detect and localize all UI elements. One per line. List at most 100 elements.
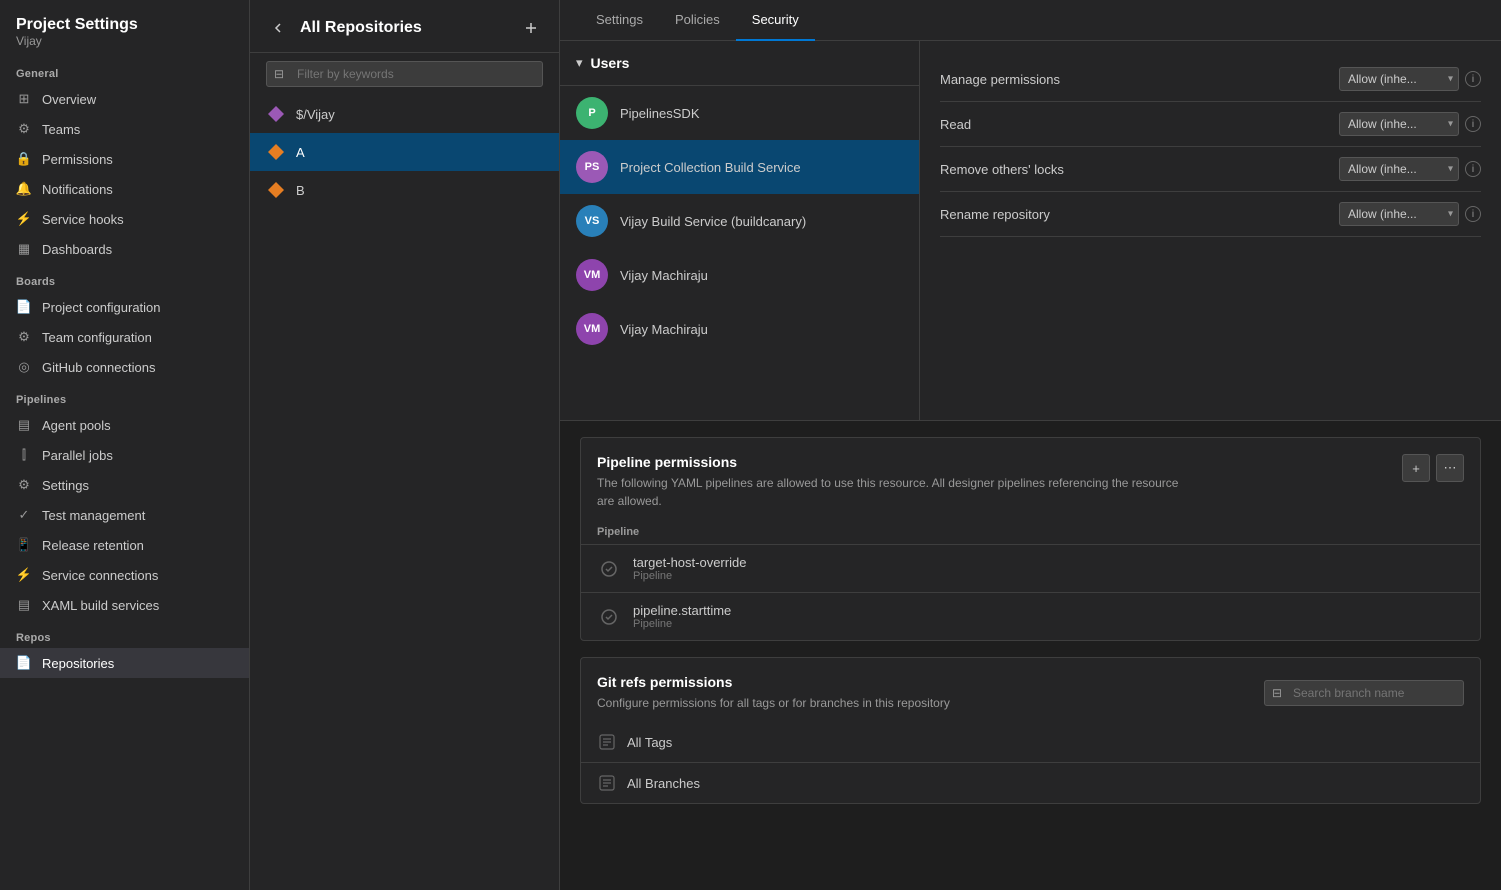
add-repository-button[interactable] xyxy=(519,16,543,40)
pipeline-permissions-desc: The following YAML pipelines are allowed… xyxy=(597,474,1197,510)
vijay-repo-icon xyxy=(266,104,286,124)
sidebar-title: Project Settings xyxy=(16,16,233,34)
sidebar-item-github[interactable]: ◎ GitHub connections xyxy=(0,352,249,382)
pipeline-tho-info: target-host-override Pipeline xyxy=(633,555,746,582)
pipeline-permissions-card: Pipeline permissions The following YAML … xyxy=(580,437,1481,641)
test-icon: ✓ xyxy=(16,507,32,523)
section-repos-label: Repos xyxy=(0,620,249,648)
perm-rename-repo-select-wrap: Allow (inhe... Allow Deny Not set xyxy=(1339,202,1459,226)
user-item-pipelinesdk[interactable]: P PipelinesSDK xyxy=(560,86,919,140)
build-icon: ▤ xyxy=(16,597,32,613)
top-permissions-area: ▾ Users P PipelinesSDK PS Project Collec… xyxy=(560,41,1501,421)
all-branches-icon xyxy=(597,773,617,793)
filter-icon: ⊟ xyxy=(274,67,284,81)
user-item-vbs[interactable]: VS Vijay Build Service (buildcanary) xyxy=(560,194,919,248)
repo-list: $/Vijay A B xyxy=(250,95,559,209)
tab-policies[interactable]: Policies xyxy=(659,0,736,41)
pipeline-pst-icon xyxy=(597,605,621,629)
users-title: Users xyxy=(591,55,630,71)
tab-settings[interactable]: Settings xyxy=(580,0,659,41)
pipeline-pst-info: pipeline.starttime Pipeline xyxy=(633,603,731,630)
pipeline-col-header: Pipeline xyxy=(581,520,1480,545)
perm-manage-info[interactable]: i xyxy=(1465,71,1481,87)
perm-manage-select[interactable]: Allow (inhe... Allow Deny Not set xyxy=(1339,67,1459,91)
bell-icon: 🔔 xyxy=(16,181,32,197)
team-config-icon: ⚙ xyxy=(16,329,32,345)
repo-item-a[interactable]: A xyxy=(250,133,559,171)
b-repo-icon xyxy=(266,180,286,200)
section-general-label: General xyxy=(0,56,249,84)
middle-panel: All Repositories ⊟ $/Vijay xyxy=(250,0,560,890)
dashboard-icon: ▦ xyxy=(16,241,32,257)
pipeline-item-pst[interactable]: pipeline.starttime Pipeline xyxy=(581,593,1480,640)
perm-row-read: Read Allow (inhe... Allow Deny Not set i xyxy=(940,102,1481,147)
tabs-bar: Settings Policies Security xyxy=(560,0,1501,41)
vm1-avatar: VM xyxy=(576,259,608,291)
filter-input[interactable] xyxy=(266,61,543,87)
ref-item-all-branches[interactable]: All Branches xyxy=(581,763,1480,803)
sidebar-item-release-retention[interactable]: 📱 Release retention xyxy=(0,530,249,560)
perm-manage-select-wrap: Allow (inhe... Allow Deny Not set xyxy=(1339,67,1459,91)
a-repo-icon xyxy=(266,142,286,162)
repo-icon: 📄 xyxy=(16,655,32,671)
git-refs-title: Git refs permissions xyxy=(597,674,950,690)
sidebar-item-settings[interactable]: ⚙ Settings xyxy=(0,470,249,500)
sidebar-item-dashboards[interactable]: ▦ Dashboards xyxy=(0,234,249,264)
git-refs-text: Git refs permissions Configure permissio… xyxy=(597,674,950,712)
user-item-pcbs[interactable]: PS Project Collection Build Service xyxy=(560,140,919,194)
more-pipeline-button[interactable]: ⋯ xyxy=(1436,454,1464,482)
sidebar-item-service-connections[interactable]: ⚡ Service connections xyxy=(0,560,249,590)
section-boards-label: Boards xyxy=(0,264,249,292)
parallel-icon: ⫿ xyxy=(16,447,32,463)
sidebar-item-xaml-build[interactable]: ▤ XAML build services xyxy=(0,590,249,620)
sidebar-item-permissions[interactable]: 🔒 Permissions xyxy=(0,144,249,174)
gear-icon: ⚙ xyxy=(16,477,32,493)
search-branch-icon: ⊟ xyxy=(1272,686,1282,700)
ref-item-all-tags[interactable]: All Tags xyxy=(581,722,1480,763)
pipeline-item-tho[interactable]: target-host-override Pipeline xyxy=(581,545,1480,593)
perm-remove-locks-info[interactable]: i xyxy=(1465,161,1481,177)
back-button[interactable] xyxy=(266,16,290,40)
lock-icon: 🔒 xyxy=(16,151,32,167)
permissions-panel: Manage permissions Allow (inhe... Allow … xyxy=(920,41,1501,420)
perm-read-controls: Allow (inhe... Allow Deny Not set i xyxy=(1339,112,1481,136)
perm-rename-repo-info[interactable]: i xyxy=(1465,206,1481,222)
perm-manage-controls: Allow (inhe... Allow Deny Not set i xyxy=(1339,67,1481,91)
add-pipeline-button[interactable]: + xyxy=(1402,454,1430,482)
sidebar-item-overview[interactable]: ⊞ Overview xyxy=(0,84,249,114)
sidebar-item-parallel-jobs[interactable]: ⫿ Parallel jobs xyxy=(0,440,249,470)
perm-read-select-wrap: Allow (inhe... Allow Deny Not set xyxy=(1339,112,1459,136)
tab-security[interactable]: Security xyxy=(736,0,815,41)
filter-wrap: ⊟ xyxy=(266,61,543,87)
repo-item-b[interactable]: B xyxy=(250,171,559,209)
perm-read-select[interactable]: Allow (inhe... Allow Deny Not set xyxy=(1339,112,1459,136)
vm2-avatar: VM xyxy=(576,313,608,345)
sidebar-item-repositories[interactable]: 📄 Repositories xyxy=(0,648,249,678)
pool-icon: ▤ xyxy=(16,417,32,433)
perm-rename-repo-select[interactable]: Allow (inhe... Allow Deny Not set xyxy=(1339,202,1459,226)
search-branch-input[interactable] xyxy=(1264,680,1464,706)
filter-bar: ⊟ xyxy=(250,53,559,95)
pipeline-permissions-text: Pipeline permissions The following YAML … xyxy=(597,454,1197,510)
repo-item-vijay[interactable]: $/Vijay xyxy=(250,95,559,133)
sidebar-item-notifications[interactable]: 🔔 Notifications xyxy=(0,174,249,204)
sidebar-item-teams[interactable]: ⚙ Teams xyxy=(0,114,249,144)
sidebar-item-service-hooks[interactable]: ⚡ Service hooks xyxy=(0,204,249,234)
sections-area: Pipeline permissions The following YAML … xyxy=(560,421,1501,890)
sidebar-item-agent-pools[interactable]: ▤ Agent pools xyxy=(0,410,249,440)
users-header: ▾ Users xyxy=(560,41,919,86)
perm-read-info[interactable]: i xyxy=(1465,116,1481,132)
perm-remove-locks-select[interactable]: Allow (inhe... Allow Deny Not set xyxy=(1339,157,1459,181)
perm-remove-locks-controls: Allow (inhe... Allow Deny Not set i xyxy=(1339,157,1481,181)
user-item-vm2[interactable]: VM Vijay Machiraju xyxy=(560,302,919,356)
github-icon: ◎ xyxy=(16,359,32,375)
chevron-down-icon[interactable]: ▾ xyxy=(576,55,583,71)
sidebar-header: Project Settings Vijay xyxy=(0,0,249,56)
sidebar-item-project-config[interactable]: 📄 Project configuration xyxy=(0,292,249,322)
perm-row-rename-repo: Rename repository Allow (inhe... Allow D… xyxy=(940,192,1481,237)
sidebar-item-team-config[interactable]: ⚙ Team configuration xyxy=(0,322,249,352)
sidebar-item-test-management[interactable]: ✓ Test management xyxy=(0,500,249,530)
team-icon: ⚙ xyxy=(16,121,32,137)
sidebar-subtitle: Vijay xyxy=(16,34,233,48)
user-item-vm1[interactable]: VM Vijay Machiraju xyxy=(560,248,919,302)
